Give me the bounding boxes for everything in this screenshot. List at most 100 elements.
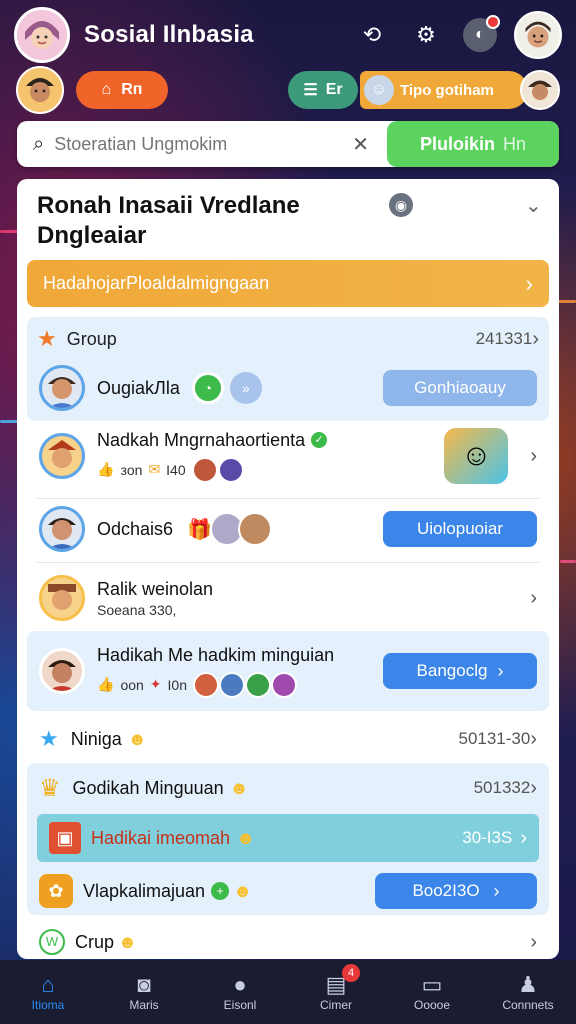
collapse-chevron-icon[interactable]: ⌄ xyxy=(525,193,542,218)
contact-avatar[interactable] xyxy=(520,70,560,110)
list-item[interactable]: Odchais6 🎁 Uiolopuoiar xyxy=(17,504,559,554)
list-item[interactable]: ♛ Godikah Minguuan ☻ 501332 › xyxy=(17,767,559,809)
promo-avatar-icon: ☺ xyxy=(364,75,394,105)
promo-pill-button[interactable]: ☺ Tipo gotiham xyxy=(360,71,528,109)
home-icon: ⌂ xyxy=(41,972,55,997)
smile-emoji-icon: ☻ xyxy=(236,827,256,848)
mail-icon: ✉ xyxy=(148,461,161,477)
home-pill-button[interactable]: ⌂ Rп xyxy=(76,71,168,109)
chevron-right-icon: › xyxy=(493,880,500,901)
list-item[interactable]: OugiakЛla ◔ » Gonhiaoauy xyxy=(17,364,559,412)
avatar xyxy=(39,575,85,621)
star-icon: ★ xyxy=(39,726,59,751)
clear-icon[interactable]: ✕ xyxy=(352,132,369,157)
chevron-right-icon: › xyxy=(530,930,537,953)
user-avatar[interactable] xyxy=(14,7,70,63)
list-item[interactable]: ✿ Vlapkalimajuan + ☻ Boo2I3O › xyxy=(17,867,559,915)
friend-face-icon xyxy=(18,68,62,112)
search-icon: ⌕ xyxy=(33,132,45,155)
nav-camera[interactable]: ◙ Maris xyxy=(96,960,192,1024)
list-item[interactable]: Ralik weinolan Soeana 330, › xyxy=(17,567,559,629)
avatar xyxy=(39,433,85,479)
crup-icon: W xyxy=(39,929,65,955)
row-action-button[interactable]: Bangoclg › xyxy=(383,653,537,689)
card-title: Ronah Inasaii Vredlane Dngleaiar xyxy=(37,192,300,249)
list-item[interactable]: Hadikah Me hadkim minguian 👍 oon ✦ I0n B… xyxy=(17,636,559,706)
notification-icon[interactable]: ◐ xyxy=(462,15,500,53)
search-button[interactable]: Pluloikin Hn xyxy=(387,121,559,167)
search-bar: ⌕ ✕ Pluloikin Hn xyxy=(17,121,559,167)
mini-avatar xyxy=(191,456,218,483)
thumb-icon: 👍 xyxy=(97,676,115,692)
refresh-icon[interactable]: ⟲ xyxy=(354,17,390,53)
camera-icon: ◙ xyxy=(137,972,151,997)
smile-emoji-icon: ☻ xyxy=(233,880,253,901)
list-item[interactable]: W Crup ☻ › xyxy=(17,925,559,959)
fire-icon: ✦ xyxy=(149,676,162,692)
row-action-button[interactable]: Uiolopuoiar xyxy=(383,511,537,547)
contact-face-icon xyxy=(522,72,558,108)
divider xyxy=(37,562,539,563)
avatar-face-icon xyxy=(17,10,67,60)
chevron-right-icon: › xyxy=(520,826,527,849)
friend-avatar[interactable] xyxy=(16,66,64,114)
star-icon: ★ xyxy=(37,326,57,351)
notification-badge xyxy=(486,15,500,29)
nav-inbox[interactable]: ▤ 4 Cimer xyxy=(288,960,384,1024)
crown-icon: ♛ xyxy=(39,774,61,802)
avatar xyxy=(39,506,85,552)
mini-avatar xyxy=(219,671,245,698)
group-header[interactable]: ★ Group 241331 › xyxy=(27,317,549,361)
play-icon[interactable]: » xyxy=(229,372,262,404)
nav-contacts[interactable]: ♟ Connnets xyxy=(480,960,576,1024)
nav-cards[interactable]: ▭ Ooooe xyxy=(384,960,480,1024)
smile-emoji-icon: ☻ xyxy=(127,728,147,749)
chevron-right-icon: › xyxy=(532,327,539,350)
person-icon: ♟ xyxy=(518,972,538,997)
chat-icon: ☰ xyxy=(303,82,318,99)
bottom-nav: ⌂ Itioma ◙ Maris ● Eisonl ▤ 4 Cimer ▭ Oo… xyxy=(0,960,576,1024)
quick-actions-bar: ⌂ Rп ☰ Er ☺ Tipo gotiham xyxy=(0,66,576,114)
chevron-right-icon: › xyxy=(530,727,537,750)
row-action-button[interactable]: Boo2I3O › xyxy=(375,873,537,909)
card-icon: ▭ xyxy=(421,972,443,997)
verified-icon: ✓ xyxy=(311,432,328,448)
thumb-icon: 👍 xyxy=(97,461,115,477)
chevron-right-icon: › xyxy=(530,586,537,609)
list-item[interactable]: Nadkah Mngrnahaortienta ✓ 👍 зon ✉ I40 ☺ … xyxy=(17,425,559,487)
gear-icon[interactable]: ⚙ xyxy=(408,17,444,53)
niniga-header[interactable]: ★ Niniga ☻ 50131-30 › xyxy=(17,719,559,759)
chevron-right-icon: › xyxy=(497,660,504,681)
online-status-icon: ◔ xyxy=(191,372,224,404)
profile-face-icon xyxy=(516,13,560,57)
divider xyxy=(37,498,539,499)
mini-avatar xyxy=(193,671,219,698)
gift-icon: 🎁 xyxy=(187,518,212,541)
background-streak xyxy=(560,560,576,563)
bag-icon: ✿ xyxy=(39,874,73,908)
search-input[interactable] xyxy=(54,133,353,155)
app-title: Sosial Ilnbasia xyxy=(84,21,254,48)
chat-bubble-icon: ● xyxy=(233,972,247,997)
smile-emoji-icon: ☻ xyxy=(229,777,249,798)
background-streak xyxy=(556,300,576,303)
mini-avatar xyxy=(271,671,297,698)
mini-avatar xyxy=(245,671,271,698)
mini-avatar xyxy=(217,456,244,483)
nav-badge: 4 xyxy=(342,964,360,982)
promo-banner[interactable]: HadahojarРloaldalmigngaan › xyxy=(27,260,549,307)
profile-avatar[interactable] xyxy=(514,11,562,59)
chat-pill-button[interactable]: ☰ Er xyxy=(288,71,358,109)
nav-home[interactable]: ⌂ Itioma xyxy=(0,960,96,1024)
smile-emoji-icon: ☻ xyxy=(118,931,137,952)
chevron-right-icon: › xyxy=(525,270,533,296)
row-action-button[interactable]: Gonhiaoauy xyxy=(383,370,537,406)
cube-icon: ▣ xyxy=(49,822,81,854)
avatar xyxy=(39,365,85,411)
avatar xyxy=(39,648,85,694)
character-sticker-icon: ☺ xyxy=(444,428,509,484)
globe-icon[interactable]: ◉ xyxy=(389,193,413,217)
nav-chat[interactable]: ● Eisonl xyxy=(192,960,288,1024)
highlight-item[interactable]: ▣ Hadikai imeomah ☻ 30-I3S › xyxy=(37,814,539,862)
home-icon: ⌂ xyxy=(101,81,112,98)
